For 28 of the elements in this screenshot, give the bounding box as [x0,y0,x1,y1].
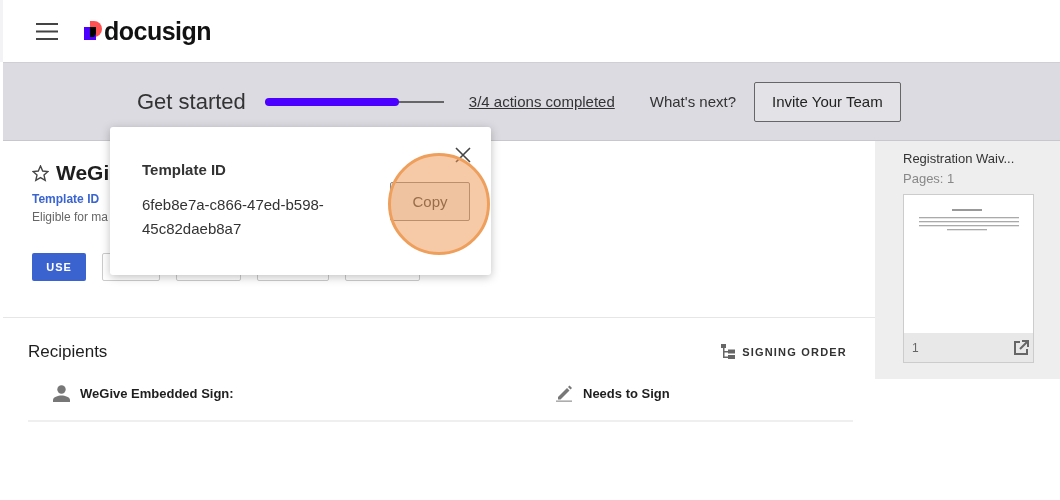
template-id-value: 6feb8e7a-c866-47ed-b598-45c82daeb8a7 [142,195,325,239]
banner-title: Get started [137,88,246,115]
recipients-heading: Recipients [28,342,108,362]
document-thumbnail[interactable]: 1 [903,194,1034,363]
logo-icon [84,21,102,41]
progress-link[interactable]: 3/4 actions completed [468,93,615,110]
page-count: Pages: 1 [903,171,956,186]
template-id-link[interactable]: Template ID [32,192,100,206]
menu-icon[interactable] [36,22,58,40]
next-label: What's next? [649,93,736,110]
logo-text: docusign [104,16,212,46]
close-icon[interactable] [455,147,471,163]
page-number: 1 [912,340,919,355]
star-icon[interactable] [32,164,49,182]
document-name: Registration Waiv... [903,151,1016,166]
recipient-action: Needs to Sign [583,385,670,401]
popover-title: Template ID [142,161,227,178]
use-button[interactable]: USE [32,253,86,281]
external-link-icon[interactable] [1013,339,1029,356]
eligibility-text: Eligible for ma [32,210,110,224]
pen-icon [555,384,573,402]
invite-button[interactable]: Invite Your Team [754,81,901,122]
person-icon [53,384,70,402]
copy-button[interactable]: Copy [390,182,470,221]
template-title: WeGi [56,161,110,185]
hierarchy-icon [721,344,736,360]
recipient-name: WeGive Embedded Sign: [80,385,234,401]
signing-order-button[interactable]: SIGNING ORDER [715,343,853,361]
